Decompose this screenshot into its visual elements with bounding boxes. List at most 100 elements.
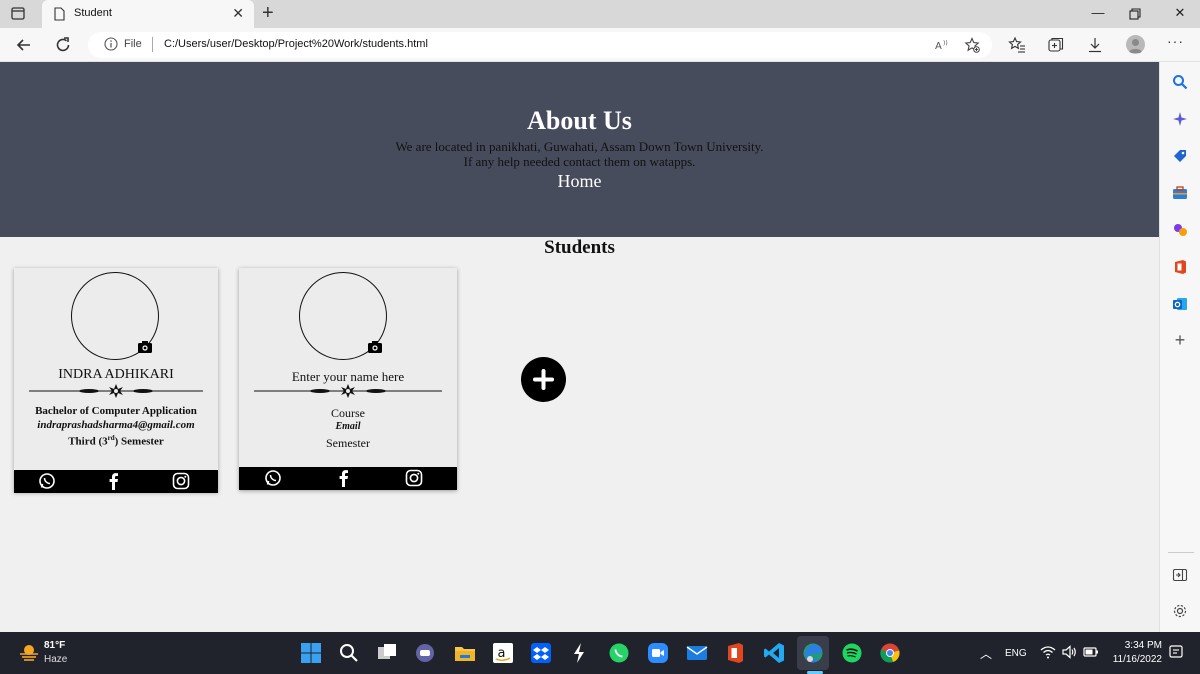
mail-icon[interactable]: [686, 642, 708, 664]
task-view-icon[interactable]: [376, 642, 398, 664]
social-links-bar: [239, 467, 457, 490]
ornament-divider-icon: [254, 384, 442, 398]
settings-gear-icon[interactable]: [1172, 603, 1188, 619]
notifications-icon[interactable]: [1168, 644, 1184, 660]
instagram-icon[interactable]: [405, 469, 423, 487]
url-scheme-label: File: [124, 38, 142, 50]
about-us-section: About Us We are located in panikhati, Gu…: [0, 62, 1159, 237]
zoom-icon[interactable]: [647, 642, 669, 664]
semester-suffix: ) Semester: [114, 435, 164, 448]
student-name-input[interactable]: Enter your name here: [239, 369, 457, 385]
hide-sidebar-icon[interactable]: [1172, 567, 1188, 583]
tab-actions-icon[interactable]: [8, 5, 28, 23]
facebook-icon[interactable]: [335, 469, 353, 487]
spotify-icon[interactable]: [841, 642, 863, 664]
copilot-sparkle-icon[interactable]: [1172, 111, 1188, 127]
vscode-icon[interactable]: [763, 642, 785, 664]
read-aloud-icon[interactable]: A )): [934, 37, 950, 53]
whatsapp-icon[interactable]: [264, 469, 282, 487]
profile-avatar[interactable]: [1126, 35, 1145, 54]
shopping-tag-icon[interactable]: [1172, 148, 1188, 164]
teams-chat-icon[interactable]: [414, 642, 436, 664]
restore-icon[interactable]: [1129, 8, 1141, 20]
about-us-title: About Us: [527, 106, 632, 135]
page-favicon-icon: [54, 7, 65, 21]
collections-icon[interactable]: [1047, 36, 1065, 54]
weather-condition[interactable]: Haze: [44, 654, 67, 665]
facebook-icon[interactable]: [105, 472, 123, 490]
new-student-card: Enter your name here Course Email Semest…: [239, 268, 457, 490]
camera-icon[interactable]: [368, 341, 382, 353]
show-hidden-icons-chevron-icon[interactable]: ︿: [980, 645, 992, 662]
semester-prefix: Third (3: [68, 435, 108, 448]
students-heading: Students: [544, 237, 615, 258]
address-field[interactable]: File C:/Users/user/Desktop/Project%20Wor…: [88, 32, 992, 58]
whatsapp-icon[interactable]: [38, 472, 56, 490]
search-icon[interactable]: [1172, 74, 1188, 90]
browser-address-bar: File C:/Users/user/Desktop/Project%20Wor…: [0, 28, 1200, 62]
camera-icon[interactable]: [138, 341, 152, 353]
add-student-button[interactable]: [521, 357, 566, 402]
dropbox-icon[interactable]: [530, 642, 552, 664]
hazy-sun-icon[interactable]: [18, 643, 40, 661]
outlook-icon[interactable]: [1172, 296, 1188, 312]
battery-icon[interactable]: [1083, 645, 1099, 659]
about-us-description: We are located in panikhati, Guwahati, A…: [0, 139, 1159, 169]
refresh-icon[interactable]: [53, 35, 73, 55]
taskbar-search-icon[interactable]: [338, 642, 360, 664]
new-tab-icon[interactable]: +: [262, 3, 274, 23]
wifi-icon[interactable]: [1040, 644, 1056, 660]
student-semester: Third (3rd) Semester: [14, 434, 218, 448]
semester-input[interactable]: Semester: [239, 436, 457, 451]
student-email: indraprashadsharma4@gmail.com: [37, 419, 195, 431]
svg-text:a: a: [498, 646, 506, 661]
instagram-icon[interactable]: [172, 472, 190, 490]
clock-date: 11/16/2022: [1112, 654, 1162, 665]
clock-time: 3:34 PM: [1124, 640, 1162, 651]
tools-briefcase-icon[interactable]: [1172, 185, 1188, 201]
sidebar-divider: [1168, 552, 1194, 553]
favorites-icon[interactable]: [1008, 36, 1026, 54]
add-sidebar-app-icon[interactable]: +: [1172, 331, 1188, 349]
downloads-icon[interactable]: [1086, 36, 1104, 54]
browser-tab-student[interactable]: Student ✕: [42, 0, 254, 28]
language-indicator[interactable]: ENG: [1005, 648, 1027, 659]
ornament-divider-icon: [29, 384, 203, 398]
svg-text:)): )): [943, 40, 948, 47]
games-icon[interactable]: [1172, 222, 1188, 238]
course-input[interactable]: Course: [239, 406, 457, 421]
more-options-icon[interactable]: ···: [1167, 33, 1184, 49]
office-app-icon[interactable]: [724, 642, 746, 664]
tab-title: Student: [74, 7, 112, 19]
student-name: INDRA ADHIKARI: [58, 367, 174, 382]
back-arrow-icon[interactable]: [14, 35, 34, 55]
student-course: Bachelor of Computer Application: [35, 405, 197, 417]
volume-icon[interactable]: [1061, 644, 1077, 660]
email-input[interactable]: Email: [239, 421, 457, 432]
close-window-icon[interactable]: ✕: [1170, 5, 1190, 21]
system-clock[interactable]: 3:34 PM 11/16/2022: [1110, 639, 1162, 667]
file-explorer-icon[interactable]: [454, 642, 476, 664]
social-links-bar: [14, 470, 218, 493]
chrome-icon[interactable]: [879, 642, 901, 664]
whatsapp-app-icon[interactable]: [608, 642, 630, 664]
info-icon[interactable]: [104, 37, 118, 51]
url-text[interactable]: C:/Users/user/Desktop/Project%20Work/stu…: [164, 38, 428, 50]
windows-taskbar: 81°F Haze a ︿ ENG 3:34 PM 11/16/2022: [0, 632, 1200, 674]
profile-icon: [1129, 39, 1142, 53]
weather-temperature[interactable]: 81°F: [44, 640, 65, 651]
lightning-app-icon[interactable]: [568, 642, 590, 664]
office-icon[interactable]: [1172, 259, 1188, 275]
tab-close-icon[interactable]: ✕: [232, 6, 244, 20]
amazon-icon[interactable]: a: [492, 642, 514, 664]
windows-start-icon[interactable]: [300, 642, 322, 664]
add-favorite-icon[interactable]: [964, 37, 980, 53]
description-line-2: If any help needed contact them on watap…: [463, 154, 696, 169]
minimize-icon[interactable]: —: [1088, 5, 1108, 20]
page-viewport: About Us We are located in panikhati, Gu…: [0, 62, 1159, 632]
url-separator: [152, 37, 153, 52]
home-link[interactable]: Home: [0, 171, 1159, 192]
edge-browser-icon[interactable]: [802, 642, 824, 664]
semester-superscript: rd: [107, 434, 115, 442]
browser-tab-bar: Student ✕ + — ✕: [0, 0, 1200, 28]
